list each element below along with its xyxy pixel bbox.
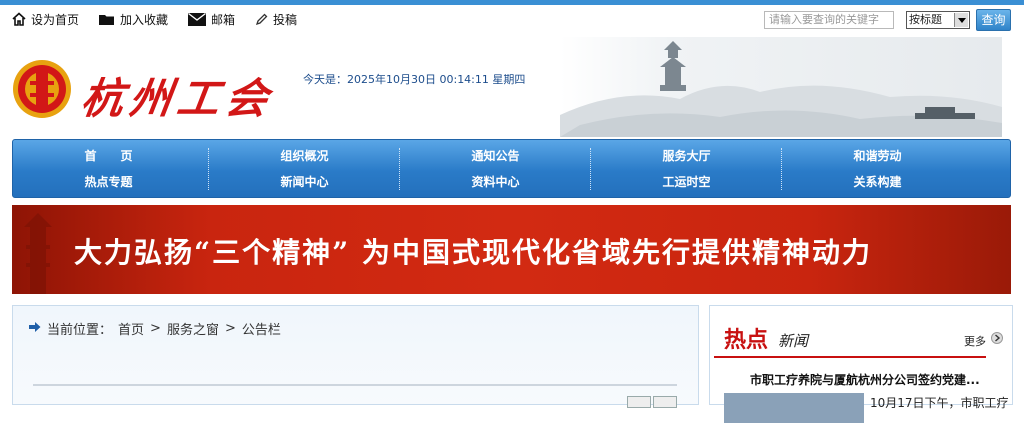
site-header: 杭州工会 今天是：2025年10月30日 00:14:11 星期四	[12, 37, 1002, 137]
hot-news-title: 热点	[724, 327, 769, 353]
nav-hot-topics[interactable]: 热点专题	[13, 173, 204, 190]
content-divider	[33, 384, 677, 386]
hot-news-headline[interactable]: 市职工疗养院与厦航杭州分公司签约党建...	[750, 371, 980, 388]
nav-relations-building[interactable]: 关系构建	[782, 173, 973, 190]
date-value: 2025年10月30日 00:14:11 星期四	[347, 73, 526, 86]
search-input[interactable]: 请输入要查询的关键字	[764, 11, 894, 29]
current-date: 今天是：2025年10月30日 00:14:11 星期四	[303, 71, 525, 87]
pagoda-silhouette	[24, 213, 52, 294]
more-link[interactable]: 更多	[964, 333, 986, 349]
banner-slogan: 大力弘扬“三个精神” 为中国式现代化省域先行提供精神动力	[74, 236, 872, 269]
search-type-value: 按标题	[909, 13, 942, 26]
main-navigation: 首 页 热点专题 组织概况 新闻中心 通知公告 资料中心 服务大厅 工运时空 和…	[12, 139, 1011, 198]
utility-bar: 设为首页 加入收藏 邮箱 投稿	[12, 10, 297, 28]
top-accent-bar	[0, 0, 1024, 5]
hot-news-snippet: 10月17日下午，市职工疗	[870, 396, 1009, 410]
nav-resources[interactable]: 资料中心	[400, 173, 591, 190]
nav-notices[interactable]: 通知公告	[400, 147, 591, 164]
breadcrumb-separator: >	[150, 321, 161, 336]
breadcrumb-bulletin[interactable]: 公告栏	[242, 319, 281, 338]
font-size-button[interactable]	[627, 396, 651, 408]
set-homepage-label: 设为首页	[31, 12, 80, 27]
chevron-down-icon	[954, 13, 968, 27]
pagoda-lake-scenery	[560, 37, 1002, 137]
pen-icon	[255, 13, 268, 26]
submit-article-link[interactable]: 投稿	[255, 11, 297, 28]
breadcrumb-separator: >	[224, 321, 236, 336]
hot-news-box: 热点 新闻 更多 市职工疗养院与厦航杭州分公司签约党建... 10月17日下午，…	[712, 316, 1009, 423]
breadcrumb: 当前位置： 首页 > 服务之窗 > 公告栏	[29, 319, 281, 338]
search-type-select[interactable]: 按标题	[906, 11, 970, 29]
search-button[interactable]: 查询	[976, 9, 1011, 31]
submit-article-label: 投稿	[273, 12, 298, 27]
nav-service-hall[interactable]: 服务大厅	[591, 147, 782, 164]
nav-column-3: 通知公告 资料中心	[400, 140, 591, 197]
hot-news-thumbnail[interactable]	[724, 393, 864, 423]
font-size-controls	[627, 396, 677, 408]
folder-icon	[99, 13, 115, 26]
nav-harmonious-labor[interactable]: 和谐劳动	[782, 147, 973, 164]
mail-icon	[188, 12, 207, 26]
nav-column-4: 服务大厅 工运时空	[591, 140, 782, 197]
nav-column-2: 组织概况 新闻中心	[209, 140, 400, 197]
slogan-banner[interactable]: 大力弘扬“三个精神” 为中国式现代化省域先行提供精神动力	[12, 205, 1011, 294]
add-favorite-label: 加入收藏	[120, 12, 169, 27]
nav-column-1: 首 页 热点专题	[13, 140, 204, 197]
content-panel: 当前位置： 首页 > 服务之窗 > 公告栏	[12, 305, 699, 408]
hot-news-subtitle: 新闻	[778, 332, 809, 350]
nav-column-5: 和谐劳动 关系构建	[782, 140, 973, 197]
union-emblem-logo[interactable]	[12, 59, 72, 119]
mailbox-label: 邮箱	[211, 12, 236, 27]
nav-news-center[interactable]: 新闻中心	[209, 173, 400, 190]
font-size-button[interactable]	[653, 396, 677, 408]
breadcrumb-service-window[interactable]: 服务之窗	[167, 319, 219, 338]
nav-organization[interactable]: 组织概况	[209, 147, 400, 164]
home-icon	[12, 12, 26, 26]
hot-news-panel: 热点 新闻 更多 市职工疗养院与厦航杭州分公司签约党建... 10月17日下午，…	[709, 305, 1013, 423]
breadcrumb-home[interactable]: 首页	[118, 319, 144, 338]
set-homepage-link[interactable]: 设为首页	[12, 11, 79, 28]
hot-news-underline	[714, 356, 986, 358]
date-label: 今天是：	[303, 73, 347, 86]
add-favorite-link[interactable]: 加入收藏	[99, 11, 168, 28]
mailbox-link[interactable]: 邮箱	[188, 11, 235, 28]
nav-home[interactable]: 首 页	[13, 147, 204, 164]
breadcrumb-prefix: 当前位置：	[47, 323, 113, 338]
arrow-right-icon	[29, 321, 41, 337]
site-logo-text[interactable]: 杭州工会	[78, 65, 279, 126]
more-arrow-icon[interactable]	[991, 332, 1003, 344]
nav-labor-history[interactable]: 工运时空	[591, 173, 782, 190]
